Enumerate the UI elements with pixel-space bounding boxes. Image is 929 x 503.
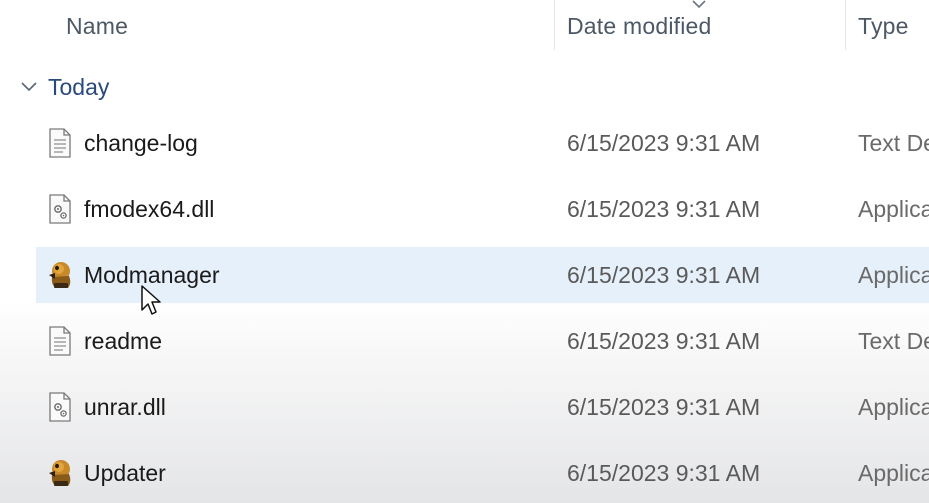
file-name: fmodex64.dll: [84, 196, 215, 222]
file-type: Applica: [858, 394, 929, 420]
file-row[interactable]: readme 6/15/2023 9:31 AM Text De: [36, 313, 929, 369]
app-icon: [46, 457, 74, 489]
file-name: change-log: [84, 130, 198, 156]
file-type: Text De: [858, 328, 929, 354]
file-type: Applica: [858, 196, 929, 222]
group-header-today[interactable]: Today: [0, 68, 929, 106]
file-row[interactable]: fmodex64.dll 6/15/2023 9:31 AM Applica: [36, 181, 929, 237]
column-separator[interactable]: [554, 0, 555, 50]
column-separator[interactable]: [845, 0, 846, 50]
column-header-name[interactable]: Name: [66, 13, 128, 40]
sort-descending-icon: [692, 0, 706, 9]
file-date-modified: 6/15/2023 9:31 AM: [567, 196, 761, 222]
file-row[interactable]: change-log 6/15/2023 9:31 AM Text De: [36, 115, 929, 171]
file-name: unrar.dll: [84, 394, 166, 420]
dll-file-icon: [46, 391, 74, 423]
file-date-modified: 6/15/2023 9:31 AM: [567, 130, 761, 156]
file-row[interactable]: Updater 6/15/2023 9:31 AM Applica: [36, 445, 929, 501]
file-date-modified: 6/15/2023 9:31 AM: [567, 262, 761, 288]
dll-file-icon: [46, 193, 74, 225]
file-date-modified: 6/15/2023 9:31 AM: [567, 460, 761, 486]
file-type: Applica: [858, 262, 929, 288]
column-header-type[interactable]: Type: [858, 13, 909, 40]
group-label: Today: [48, 74, 110, 100]
mouse-cursor-icon: [141, 285, 161, 315]
file-row[interactable]: unrar.dll 6/15/2023 9:31 AM Applica: [36, 379, 929, 435]
file-name: Updater: [84, 460, 166, 486]
column-header-date-modified[interactable]: Date modified: [567, 13, 712, 40]
text-file-icon: [46, 325, 74, 357]
chevron-down-icon[interactable]: [20, 80, 38, 92]
app-icon: [46, 259, 74, 291]
file-type: Applica: [858, 460, 929, 486]
file-type: Text De: [858, 130, 929, 156]
text-file-icon: [46, 127, 74, 159]
file-date-modified: 6/15/2023 9:31 AM: [567, 328, 761, 354]
file-row[interactable]: Modmanager 6/15/2023 9:31 AM Applica: [36, 247, 929, 303]
file-name: readme: [84, 328, 162, 354]
file-date-modified: 6/15/2023 9:31 AM: [567, 394, 761, 420]
column-header-bar: Name Date modified Type: [0, 0, 929, 52]
